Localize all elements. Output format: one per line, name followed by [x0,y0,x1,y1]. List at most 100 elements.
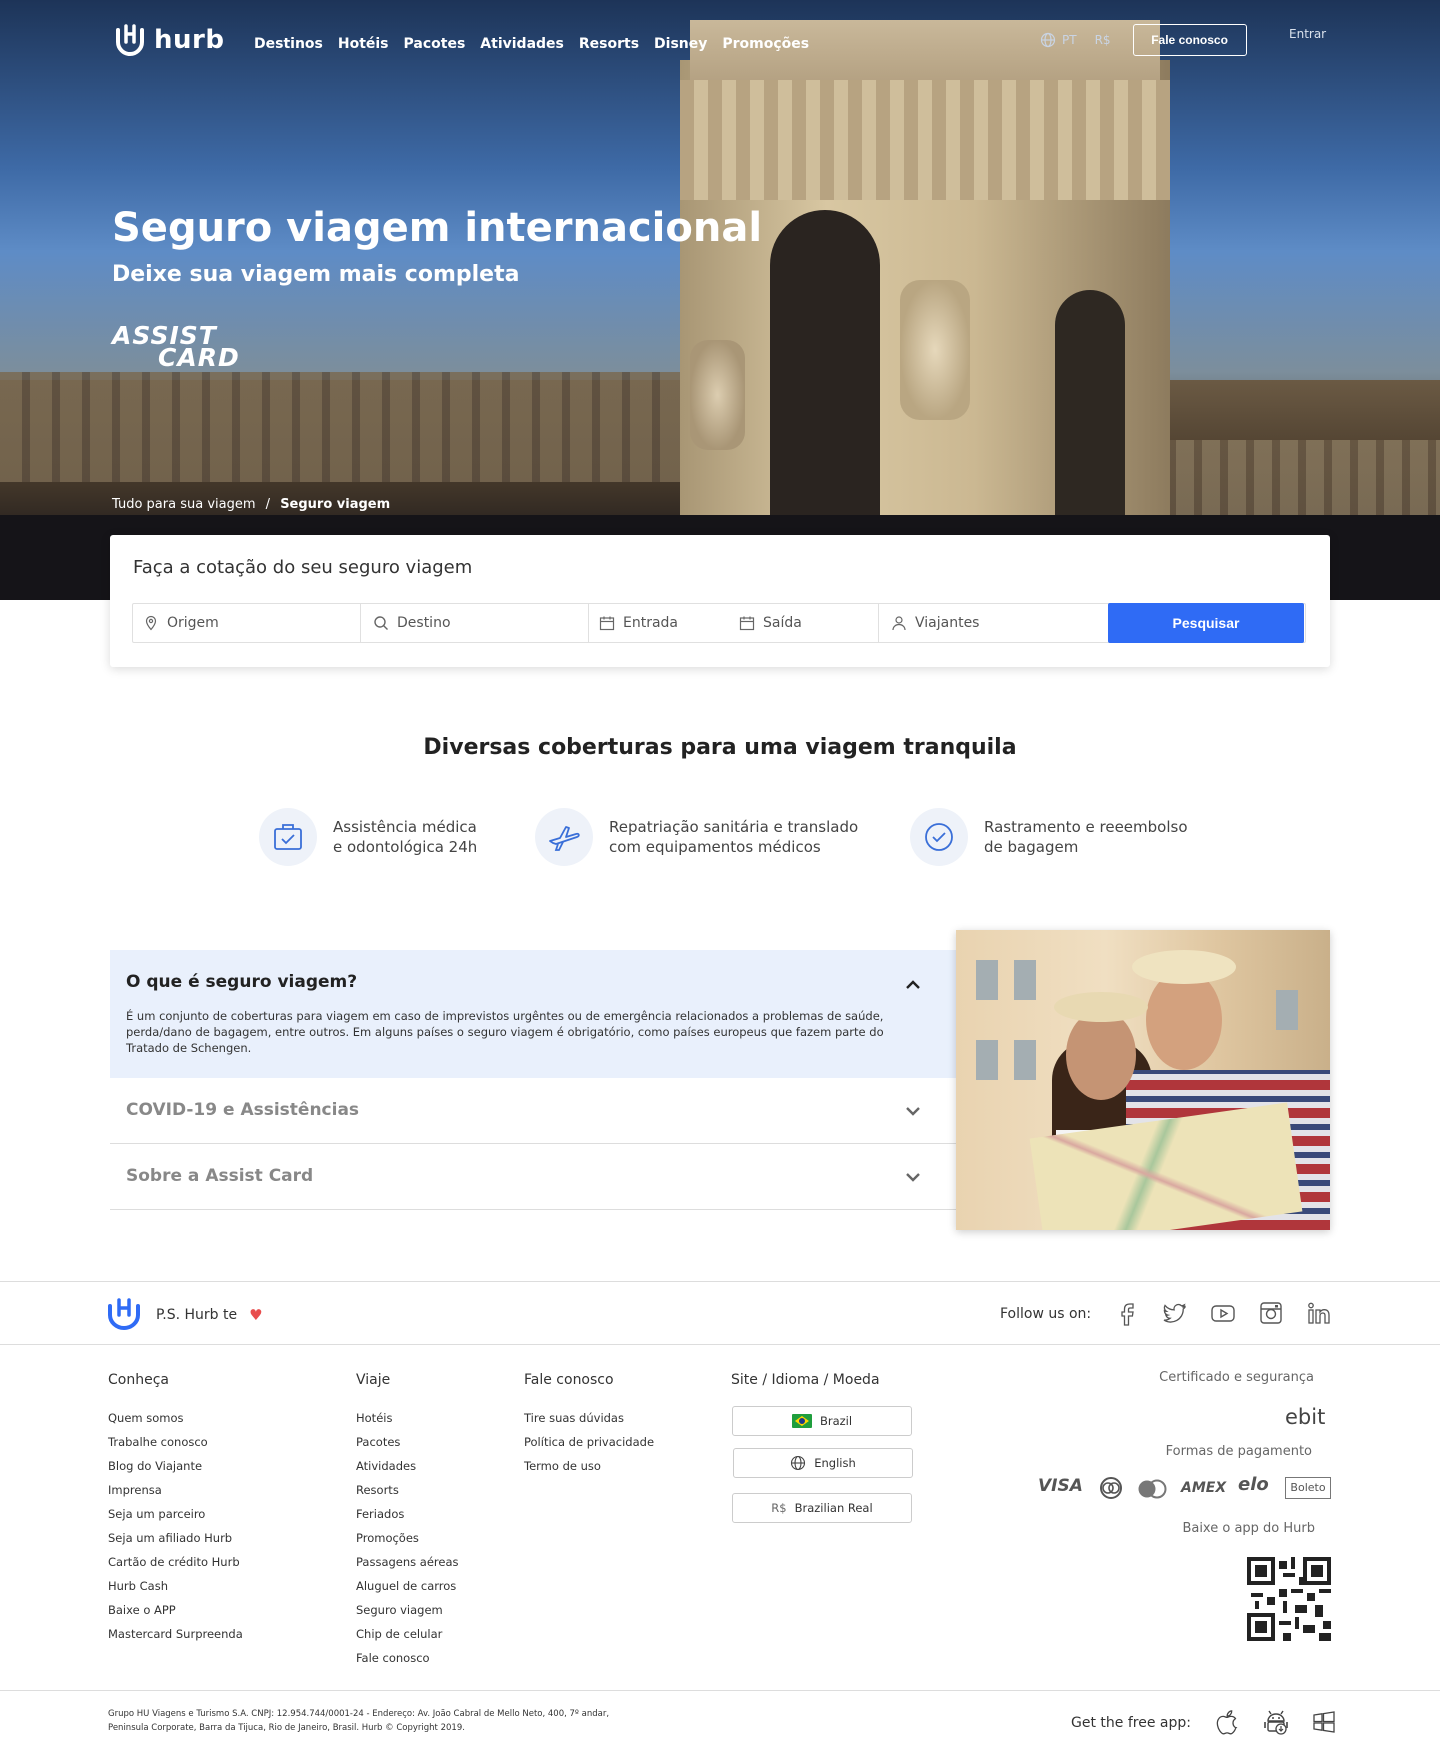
nav-resorts[interactable]: Resorts [579,36,639,52]
travelers-field[interactable]: Viajantes [879,604,1099,642]
faq-item[interactable]: Sobre a Assist Card [110,1144,956,1210]
footer-link[interactable]: Resorts [356,1483,399,1497]
assist-card-logo: ASSIST CARD [112,323,240,370]
nav-hoteis[interactable]: Hotéis [338,36,389,52]
elo-logo: elo [1238,1474,1269,1495]
payment-title: Formas de pagamento [1165,1444,1312,1459]
footer-link[interactable]: Chip de celular [356,1627,442,1641]
footer-col-title: Site / Idioma / Moeda [731,1372,880,1388]
linkedin-icon[interactable] [1306,1300,1332,1326]
nav-disney[interactable]: Disney [654,36,707,52]
footer-link[interactable]: Seja um afiliado Hurb [108,1531,232,1545]
chevron-down-icon[interactable] [904,1168,922,1186]
hurb-footer-logo-icon[interactable] [106,1296,142,1332]
country-select[interactable]: Brazil [732,1406,912,1436]
footer-link[interactable]: Baixe o APP [108,1603,176,1617]
search-button[interactable]: Pesquisar [1108,603,1304,643]
footer-link[interactable]: Hurb Cash [108,1579,168,1593]
footer-link[interactable]: Seguro viagem [356,1603,443,1617]
android-icon[interactable] [1262,1708,1290,1736]
twitter-icon[interactable] [1162,1300,1188,1326]
destination-field[interactable]: Destino [361,604,589,642]
faq-item-open[interactable]: O que é seguro viagem? É um conjunto de … [110,950,956,1078]
language-select[interactable]: English [733,1448,913,1478]
footer-link[interactable]: Cartão de crédito Hurb [108,1555,240,1569]
visa-logo: VISA [1038,1476,1083,1496]
footer-link[interactable]: Política de privacidade [524,1435,654,1449]
faq-question: O que é seguro viagem? [126,972,358,992]
ebit-logo[interactable]: ebit [1285,1405,1325,1429]
arc-frieze [680,80,1170,200]
origin-placeholder: Origem [167,615,219,631]
header-actions: PT R$ Fale conosco [1040,24,1247,56]
arc-relief [900,280,970,420]
coverage-line2: e odontológica 24h [333,838,478,856]
coverage-line2: com equipamentos médicos [609,838,821,856]
footer-link[interactable]: Imprensa [108,1483,162,1497]
currency-selector[interactable]: R$ [1095,33,1111,47]
currency-symbol: R$ [771,1501,787,1515]
coverage-text: Repatriação sanitária e translado com eq… [609,817,858,857]
footer-link[interactable]: Atividades [356,1459,416,1473]
photo-face [1066,1010,1136,1100]
youtube-icon[interactable] [1210,1300,1236,1326]
hurb-logo[interactable]: hurb [112,22,224,58]
nav-destinos[interactable]: Destinos [254,36,323,52]
photo-hat [1132,950,1236,984]
footer-link[interactable]: Trabalhe conosco [108,1435,208,1449]
checkin-field[interactable]: Entrada [589,604,729,642]
breadcrumb-separator: / [265,497,271,512]
footer-link[interactable]: Passagens aéreas [356,1555,459,1569]
destination-placeholder: Destino [397,615,451,631]
language-selector[interactable]: PT R$ [1040,32,1111,48]
checkout-placeholder: Saída [763,615,802,631]
language-value: English [814,1456,856,1470]
windows-icon[interactable] [1310,1708,1338,1736]
faq-answer: É um conjunto de coberturas para viagem … [126,1009,884,1055]
travelers-photo [956,930,1330,1230]
footer-link[interactable]: Quem somos [108,1411,184,1425]
facebook-icon[interactable] [1115,1300,1141,1326]
footer-link[interactable]: Seja um parceiro [108,1507,205,1521]
ps-hurb-text: P.S. Hurb te ♥ [156,1306,263,1324]
apple-icon[interactable] [1214,1708,1242,1736]
login-link[interactable]: Entrar [1289,27,1326,41]
faq-item[interactable]: COVID-19 e Assistências [110,1078,956,1144]
checkin-placeholder: Entrada [623,615,679,631]
footer-col-title: Viaje [356,1372,391,1388]
nav-pacotes[interactable]: Pacotes [404,36,466,52]
footer-link[interactable]: Pacotes [356,1435,400,1449]
chevron-up-icon[interactable] [904,976,922,994]
amex-logo: AMEX [1181,1480,1227,1496]
footer-link[interactable]: Promoções [356,1531,419,1545]
footer-link[interactable]: Feriados [356,1507,404,1521]
nav-atividades[interactable]: Atividades [480,36,564,52]
footer-link[interactable]: Termo de uso [524,1459,601,1473]
checkout-field[interactable]: Saída [729,604,879,642]
footer-link[interactable]: Aluguel de carros [356,1579,456,1593]
currency-select[interactable]: R$ Brazilian Real [732,1493,912,1523]
footer-bottom-bar: Grupo HU Viagens e Turismo S.A. CNPJ: 12… [0,1690,1440,1754]
coverage-item: Rastramento e reeembolso de bagagem [910,808,1188,866]
footer-link[interactable]: Hotéis [356,1411,392,1425]
instagram-icon[interactable] [1258,1300,1284,1326]
footer-link[interactable]: Mastercard Surpreenda [108,1627,243,1641]
calendar-icon [739,616,755,631]
footer-link[interactable]: Fale conosco [356,1651,430,1665]
coverage-icon-wrap [259,808,317,866]
photo-window [1014,960,1036,1000]
footer-social-bar: P.S. Hurb te ♥ Follow us on: [0,1281,1440,1345]
main-nav: Destinos Hotéis Pacotes Atividades Resor… [254,36,809,52]
chevron-down-icon[interactable] [904,1102,922,1120]
check-circle-icon [925,823,953,851]
contact-button[interactable]: Fale conosco [1132,24,1247,56]
qr-code[interactable] [1247,1557,1331,1641]
breadcrumb-root[interactable]: Tudo para sua viagem [112,497,256,512]
arc-opening-side [1055,290,1125,530]
footer-link[interactable]: Blog do Viajante [108,1459,202,1473]
nav-promocoes[interactable]: Promoções [722,36,809,52]
origin-field[interactable]: Origem [133,604,361,642]
breadcrumb: Tudo para sua viagem / Seguro viagem [112,497,390,512]
footer-link[interactable]: Tire suas dúvidas [524,1411,624,1425]
coverage-line2: de bagagem [984,838,1079,856]
